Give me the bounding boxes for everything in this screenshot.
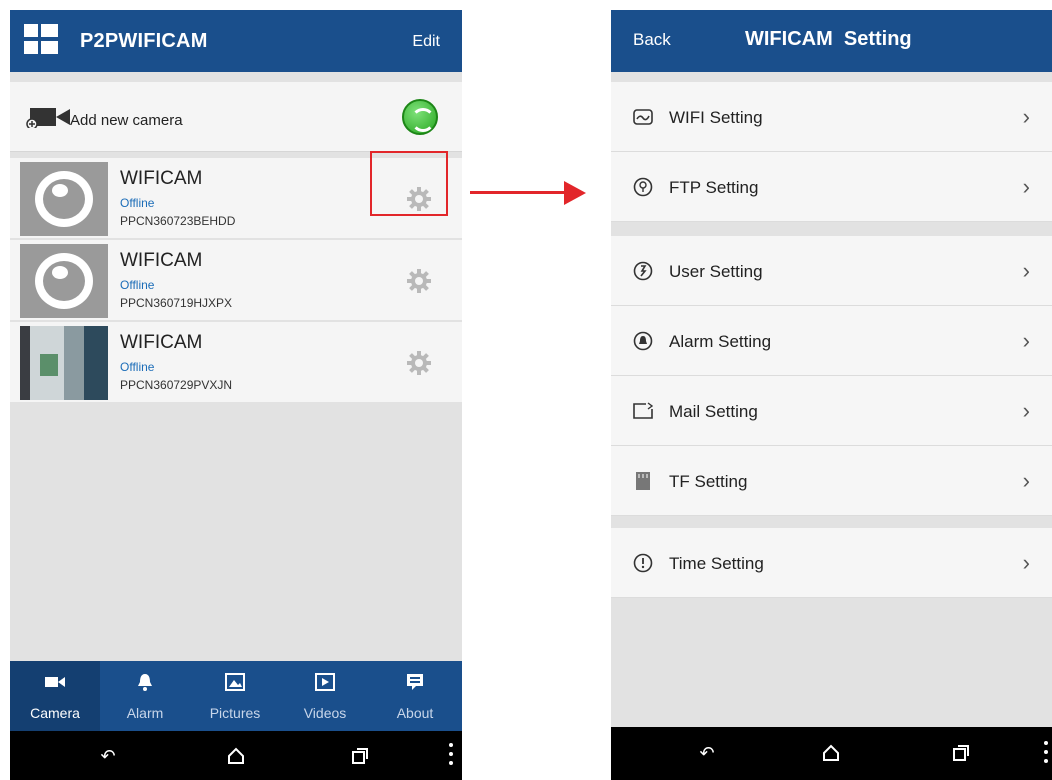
tab-label: Videos (303, 705, 347, 721)
camera-name: WIFICAM (120, 250, 203, 271)
setting-item-alarm[interactable]: Alarm Setting › (611, 306, 1052, 376)
settings-title: WIFICAM Setting (745, 28, 912, 50)
image-icon (225, 673, 245, 691)
clock-icon (633, 553, 653, 573)
camera-status: Offline (120, 278, 155, 292)
message-icon (407, 674, 423, 690)
setting-item-mail[interactable]: Mail Setting › (611, 376, 1052, 446)
camera-thumbnail (20, 162, 108, 236)
camera-list-item[interactable]: WIFICAM Offline PPCN360719HJXPX (10, 240, 462, 322)
tab-label: About (396, 705, 434, 721)
back-nav-icon[interactable]: ↶ (697, 743, 717, 763)
setting-label: User Setting (669, 262, 763, 281)
add-camera-icon (26, 108, 70, 128)
camera-name: WIFICAM (120, 332, 203, 353)
edit-button[interactable]: Edit (412, 33, 440, 51)
overflow-menu-icon[interactable] (448, 743, 454, 769)
tab-label: Pictures (209, 705, 261, 721)
tab-videos[interactable]: Videos (280, 661, 370, 731)
app-title: P2PWIFICAM (80, 30, 208, 52)
add-camera-label: Add new camera (70, 112, 183, 129)
setting-label: Time Setting (669, 554, 764, 573)
home-nav-icon[interactable] (821, 743, 841, 763)
bell-icon (138, 674, 152, 691)
tab-label: Alarm (126, 705, 164, 721)
setting-item-time[interactable]: Time Setting › (611, 528, 1052, 598)
camera-id: PPCN360729PVXJN (120, 378, 233, 392)
settings-header: Back WIFICAM Setting (611, 10, 1052, 72)
chevron-right-icon: › (1022, 104, 1030, 129)
arrow-head (564, 181, 586, 205)
chevron-right-icon: › (1022, 398, 1030, 423)
camera-id: PPCN360723BEHDD (120, 214, 236, 228)
tab-label: Camera (30, 705, 80, 721)
setting-label: WIFI Setting (669, 108, 763, 127)
app-header: P2PWIFICAM Edit (10, 10, 462, 72)
ftp-icon (633, 177, 653, 197)
camera-icon (45, 677, 65, 687)
home-nav-icon[interactable] (226, 746, 246, 766)
camera-list-item[interactable]: WIFICAM Offline PPCN360729PVXJN (10, 322, 462, 404)
chevron-right-icon: › (1022, 468, 1030, 493)
camera-status: Offline (120, 360, 155, 374)
alarm-icon (633, 331, 653, 351)
recent-apps-icon[interactable] (350, 746, 370, 766)
camera-list-screen: P2PWIFICAM Edit Add new camera WIFICAM O… (10, 10, 462, 780)
chevron-right-icon: › (1022, 258, 1030, 283)
chevron-right-icon: › (1022, 174, 1030, 199)
chevron-right-icon: › (1022, 550, 1030, 575)
mail-icon (633, 402, 653, 419)
recent-apps-icon[interactable] (951, 743, 971, 763)
android-nav-bar: ↶ (611, 727, 1052, 780)
arrow-line (470, 191, 566, 194)
camera-thumbnail (20, 326, 108, 400)
gear-icon[interactable] (406, 268, 432, 294)
setting-label: Alarm Setting (669, 332, 772, 351)
video-icon (315, 673, 335, 691)
setting-label: TF Setting (669, 472, 748, 491)
setting-label: FTP Setting (669, 178, 759, 197)
sdcard-icon (636, 472, 650, 490)
screenshot-stage: P2PWIFICAM Edit Add new camera WIFICAM O… (0, 0, 1052, 780)
highlight-box (370, 151, 448, 216)
tab-pictures[interactable]: Pictures (190, 661, 280, 731)
settings-screen: Back WIFICAM Setting WIFI Setting › FTP … (611, 10, 1052, 780)
back-button[interactable]: Back (633, 30, 671, 50)
overflow-menu-icon[interactable] (1043, 741, 1049, 767)
add-camera-row[interactable]: Add new camera (10, 82, 462, 152)
refresh-icon[interactable] (402, 99, 438, 135)
setting-item-ftp[interactable]: FTP Setting › (611, 152, 1052, 222)
camera-status: Offline (120, 196, 155, 210)
tab-alarm[interactable]: Alarm (100, 661, 190, 731)
user-icon (633, 261, 653, 281)
bottom-tab-bar: Camera Alarm Pictures Videos About (10, 661, 462, 731)
app-logo-icon (24, 24, 58, 54)
back-nav-icon[interactable]: ↶ (98, 746, 118, 766)
wifi-icon (633, 109, 653, 125)
tab-about[interactable]: About (370, 661, 460, 731)
android-nav-bar: ↶ (10, 731, 462, 780)
camera-name: WIFICAM (120, 168, 203, 189)
setting-item-user[interactable]: User Setting › (611, 236, 1052, 306)
setting-label: Mail Setting (669, 402, 758, 421)
tab-camera[interactable]: Camera (10, 661, 100, 731)
camera-thumbnail (20, 244, 108, 318)
setting-item-tf[interactable]: TF Setting › (611, 446, 1052, 516)
setting-item-wifi[interactable]: WIFI Setting › (611, 82, 1052, 152)
gear-icon[interactable] (406, 350, 432, 376)
camera-id: PPCN360719HJXPX (120, 296, 233, 310)
chevron-right-icon: › (1022, 328, 1030, 353)
